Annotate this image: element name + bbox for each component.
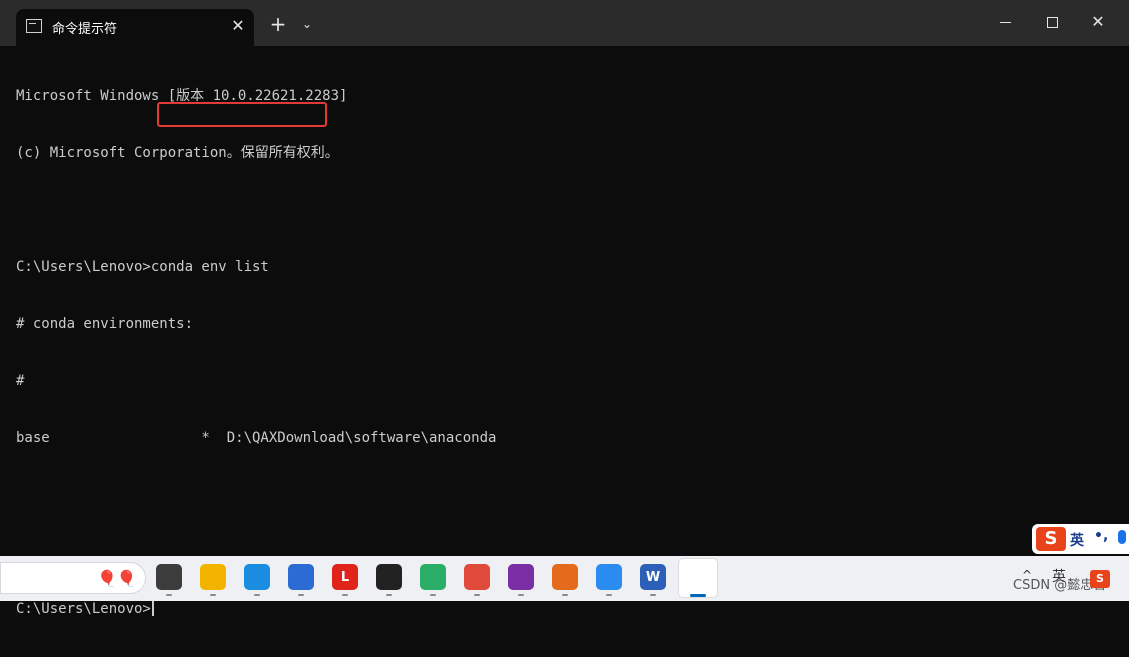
baidu-netdisk-icon[interactable]	[596, 564, 622, 590]
balloons-icon: 🎈🎈	[97, 569, 137, 588]
chrome-icon[interactable]	[464, 564, 490, 590]
running-indicator	[430, 594, 436, 596]
console-line: # conda environments:	[16, 316, 194, 332]
command-highlight-box	[157, 102, 327, 127]
tray-sogou-icon[interactable]: S	[1090, 570, 1110, 588]
running-indicator	[342, 594, 348, 596]
taskbar: 🎈🎈 LW>_ ^ 英 CSDN @懿忠哲 S	[0, 556, 1129, 601]
app-l-icon[interactable]: L	[332, 564, 358, 590]
minimize-button[interactable]	[985, 10, 1025, 34]
cmd-icon	[26, 19, 42, 33]
taskbar-search[interactable]: 🎈🎈	[0, 562, 146, 594]
file-explorer-icon[interactable]	[200, 564, 226, 590]
sogou-logo-icon: S	[1036, 527, 1066, 551]
minimize-icon	[999, 22, 1011, 23]
close-window-button[interactable]: ✕	[1078, 10, 1118, 34]
title-bar[interactable]: 命令提示符 ✕ + ⌄ ✕	[0, 0, 1129, 46]
maximize-icon	[1046, 17, 1058, 28]
running-indicator	[518, 594, 524, 596]
text-cursor	[151, 600, 154, 616]
running-indicator	[474, 594, 480, 596]
maximize-button[interactable]	[1032, 10, 1072, 34]
ime-punctuation-toggle[interactable]: •,	[1094, 528, 1108, 544]
microphone-icon[interactable]	[1118, 530, 1126, 544]
tab-command-prompt[interactable]: 命令提示符 ✕	[16, 9, 254, 46]
word-icon[interactable]: W	[640, 564, 666, 590]
ime-mode-label[interactable]: 英	[1070, 530, 1084, 550]
running-indicator	[606, 594, 612, 596]
matlab-icon[interactable]	[552, 564, 578, 590]
store-icon[interactable]	[288, 564, 314, 590]
console-line: base * D:\QAXDownload\software\anaconda	[16, 430, 497, 446]
console-line: C:\Users\Lenovo>conda env list	[16, 259, 269, 275]
running-indicator	[210, 594, 216, 596]
active-app-highlight	[678, 558, 718, 598]
running-indicator	[386, 594, 392, 596]
new-tab-button[interactable]: +	[266, 14, 290, 34]
console-line: (c) Microsoft Corporation。保留所有权利。	[16, 145, 339, 161]
console-prompt-line[interactable]: C:\Users\Lenovo>	[16, 600, 1116, 619]
qq-icon[interactable]	[376, 564, 402, 590]
active-indicator	[690, 594, 706, 597]
running-indicator	[166, 594, 172, 596]
terminal-window: 命令提示符 ✕ + ⌄ ✕ Microsoft Windows [版本 10.0…	[0, 0, 1129, 617]
running-indicator	[254, 594, 260, 596]
console-line: #	[16, 373, 25, 389]
edge-icon[interactable]	[244, 564, 270, 590]
running-indicator	[650, 594, 656, 596]
running-indicator	[298, 594, 304, 596]
tab-title: 命令提示符	[52, 22, 118, 37]
tab-dropdown-button[interactable]: ⌄	[297, 14, 317, 34]
tab-close-icon[interactable]: ✕	[228, 16, 248, 36]
pdf-icon[interactable]	[508, 564, 534, 590]
prompt-text: C:\Users\Lenovo>	[16, 601, 151, 617]
task-view-icon[interactable]	[156, 564, 182, 590]
ime-toolbar[interactable]: S 英 •,	[1032, 524, 1129, 554]
wechat-icon[interactable]	[420, 564, 446, 590]
running-indicator	[562, 594, 568, 596]
